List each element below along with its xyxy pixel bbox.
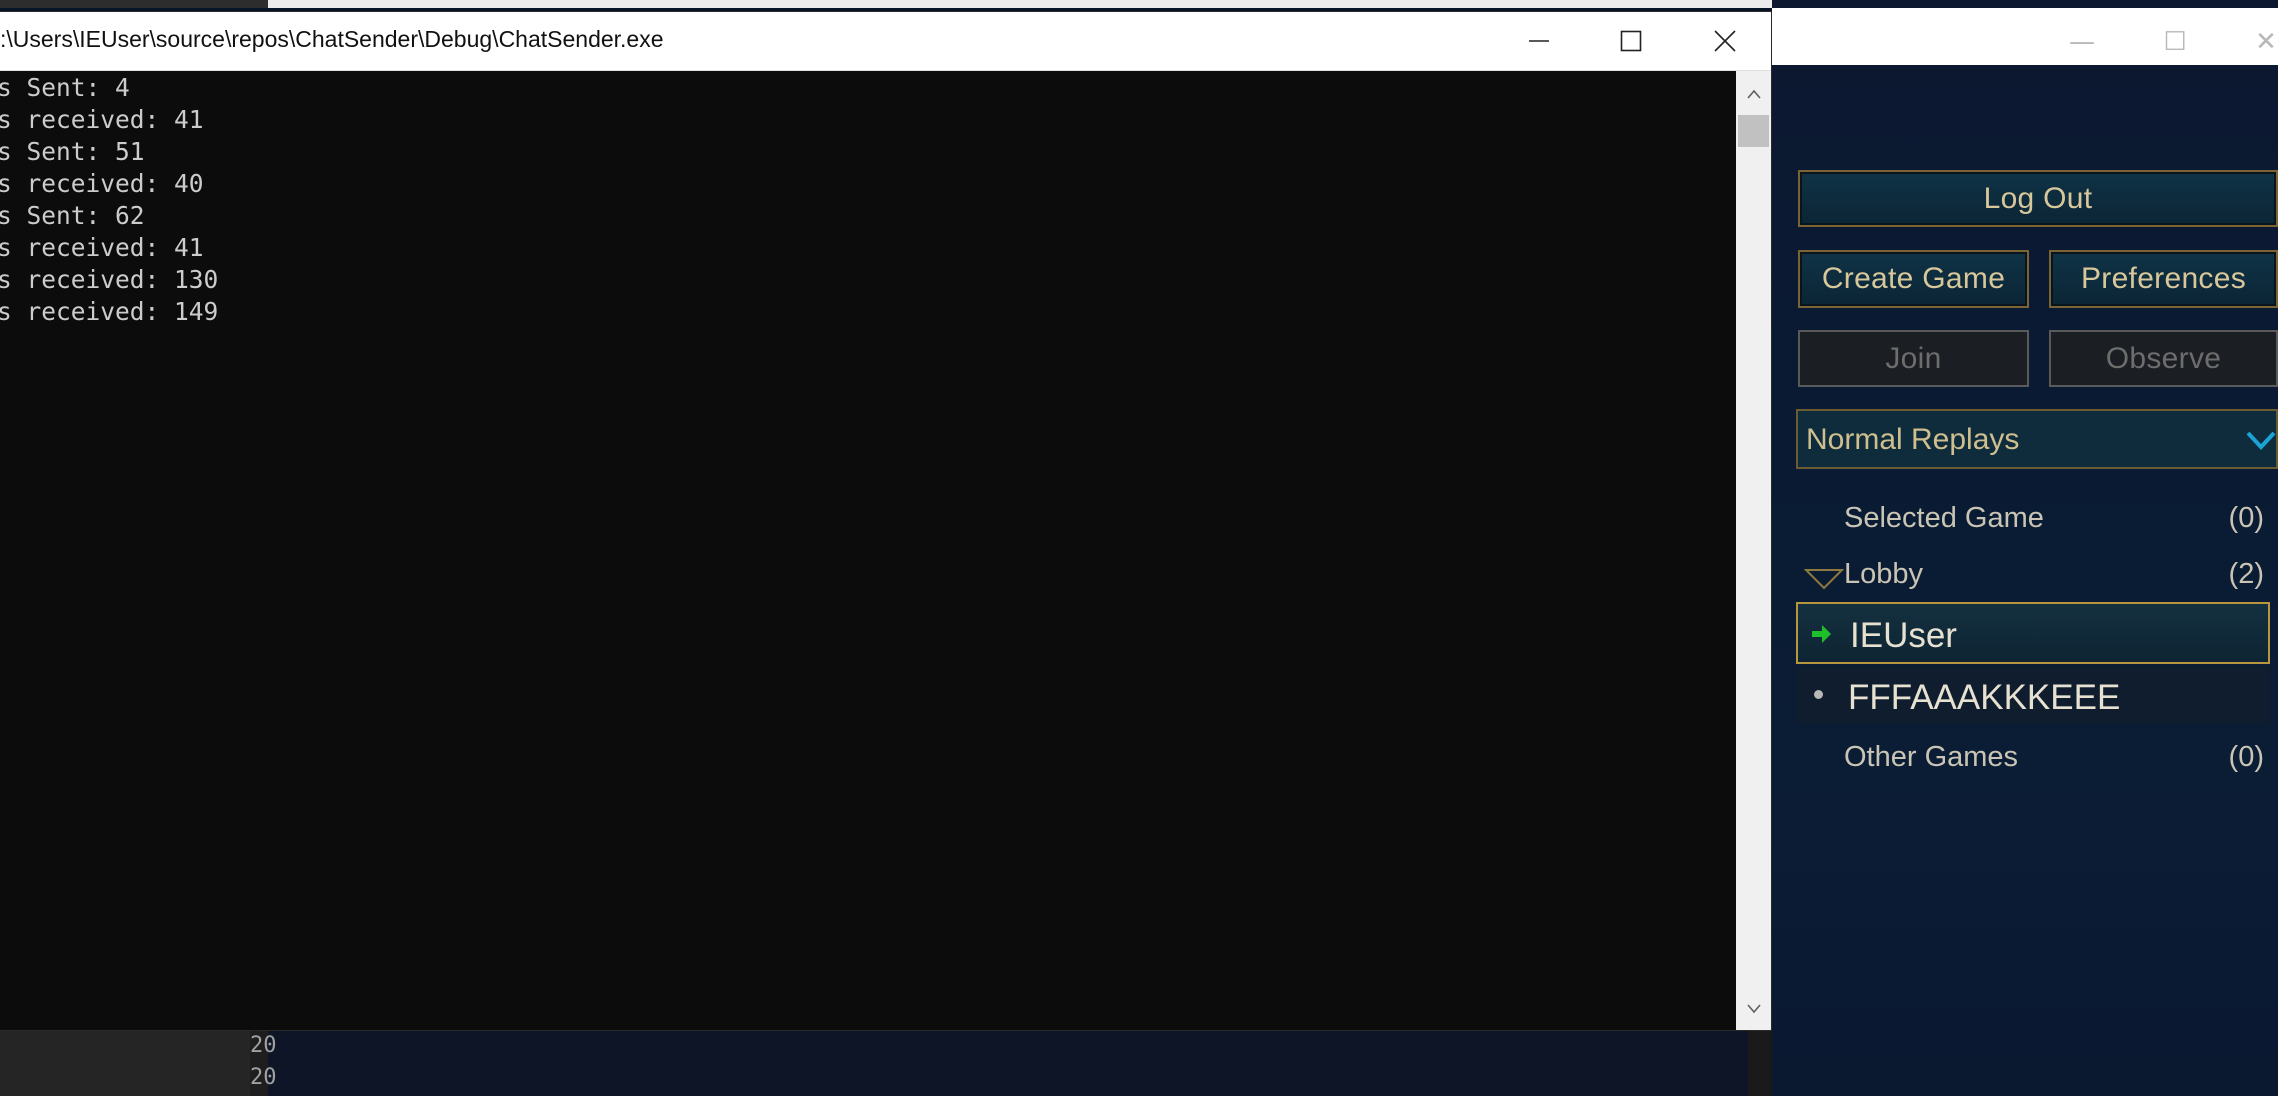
group-label: Lobby bbox=[1844, 558, 1924, 590]
console-line: s received: 41 bbox=[0, 233, 204, 262]
player-name: IEUser bbox=[1850, 616, 1957, 655]
create-game-button[interactable]: Create Game bbox=[1798, 250, 2029, 308]
game-minimize-button[interactable]: — bbox=[2062, 22, 2102, 62]
console-maximize-button[interactable] bbox=[1586, 12, 1676, 70]
console-minimize-button[interactable] bbox=[1494, 12, 1584, 70]
game-close-button[interactable]: ✕ bbox=[2246, 22, 2278, 62]
console-scrollbar[interactable] bbox=[1736, 71, 1771, 1030]
green-arrow-icon bbox=[1812, 625, 1831, 643]
console-line: s received: 130 bbox=[0, 265, 219, 294]
maximize-icon bbox=[1620, 30, 1642, 52]
observe-button[interactable]: Observe bbox=[2049, 330, 2278, 387]
player-row-ieuser[interactable]: IEUser bbox=[1796, 602, 2270, 664]
player-name: FFFAAAKKKEEE bbox=[1848, 678, 2121, 717]
background-tab bbox=[0, 0, 268, 8]
chevron-down-icon bbox=[2246, 431, 2276, 450]
group-count: (0) bbox=[2228, 502, 2264, 534]
console-line: s Sent: 62 bbox=[0, 201, 145, 230]
close-icon bbox=[1714, 30, 1736, 52]
console-line: s Sent: 4 bbox=[0, 73, 130, 102]
group-count: (2) bbox=[2228, 558, 2264, 590]
scroll-down-icon[interactable] bbox=[1736, 994, 1771, 1024]
console-close-button[interactable] bbox=[1680, 12, 1770, 70]
line-number: 20 bbox=[250, 1033, 277, 1058]
console-line: s Sent: 51 bbox=[0, 137, 145, 166]
console-window: :\Users\IEUser\source\repos\ChatSender\D… bbox=[0, 12, 1771, 1030]
group-label: Other Games bbox=[1844, 741, 2019, 773]
scrollbar-thumb[interactable] bbox=[1738, 115, 1769, 147]
console-line: s received: 40 bbox=[0, 169, 204, 198]
minimize-icon bbox=[1529, 40, 1549, 42]
group-label: Selected Game bbox=[1844, 502, 2044, 534]
dot-icon bbox=[1814, 690, 1823, 699]
game-maximize-button[interactable]: ☐ bbox=[2155, 22, 2195, 62]
console-output[interactable]: s Sent: 4 s received: 41 s Sent: 51 s re… bbox=[0, 72, 1736, 1022]
background-editor-strip: 20 20 bbox=[0, 1030, 1772, 1096]
console-line: s received: 149 bbox=[0, 297, 219, 326]
line-number: 20 bbox=[250, 1065, 277, 1090]
editor-divider bbox=[1748, 1030, 1772, 1096]
scroll-up-icon[interactable] bbox=[1736, 79, 1771, 109]
player-row-fake[interactable]: FFFAAAKKKEEE bbox=[1796, 666, 2270, 724]
console-title: :\Users\IEUser\source\repos\ChatSender\D… bbox=[0, 26, 664, 52]
group-other-games[interactable]: Other Games (0) bbox=[1844, 741, 2264, 781]
group-count: (0) bbox=[2228, 741, 2264, 773]
console-line: s received: 41 bbox=[0, 105, 204, 134]
line-number-gutter: 20 20 bbox=[250, 1030, 277, 1096]
game-client-window: — ☐ ✕ Log Out Create Game Preferences Jo… bbox=[1772, 0, 2278, 1096]
console-titlebar[interactable]: :\Users\IEUser\source\repos\ChatSender\D… bbox=[0, 12, 1771, 71]
preferences-button[interactable]: Preferences bbox=[2049, 250, 2278, 308]
group-selected-game[interactable]: Selected Game (0) bbox=[1844, 502, 2264, 542]
game-titlebar: — ☐ ✕ bbox=[1772, 8, 2278, 65]
collapse-triangle-icon[interactable] bbox=[1804, 568, 1844, 590]
replay-type-selected: Normal Replays bbox=[1806, 423, 2020, 456]
logout-button[interactable]: Log Out bbox=[1798, 170, 2278, 227]
replay-type-dropdown[interactable]: Normal Replays bbox=[1796, 409, 2278, 469]
join-button[interactable]: Join bbox=[1798, 330, 2029, 387]
group-lobby[interactable]: Lobby (2) bbox=[1844, 558, 2264, 598]
editor-sidebar bbox=[0, 1030, 250, 1096]
